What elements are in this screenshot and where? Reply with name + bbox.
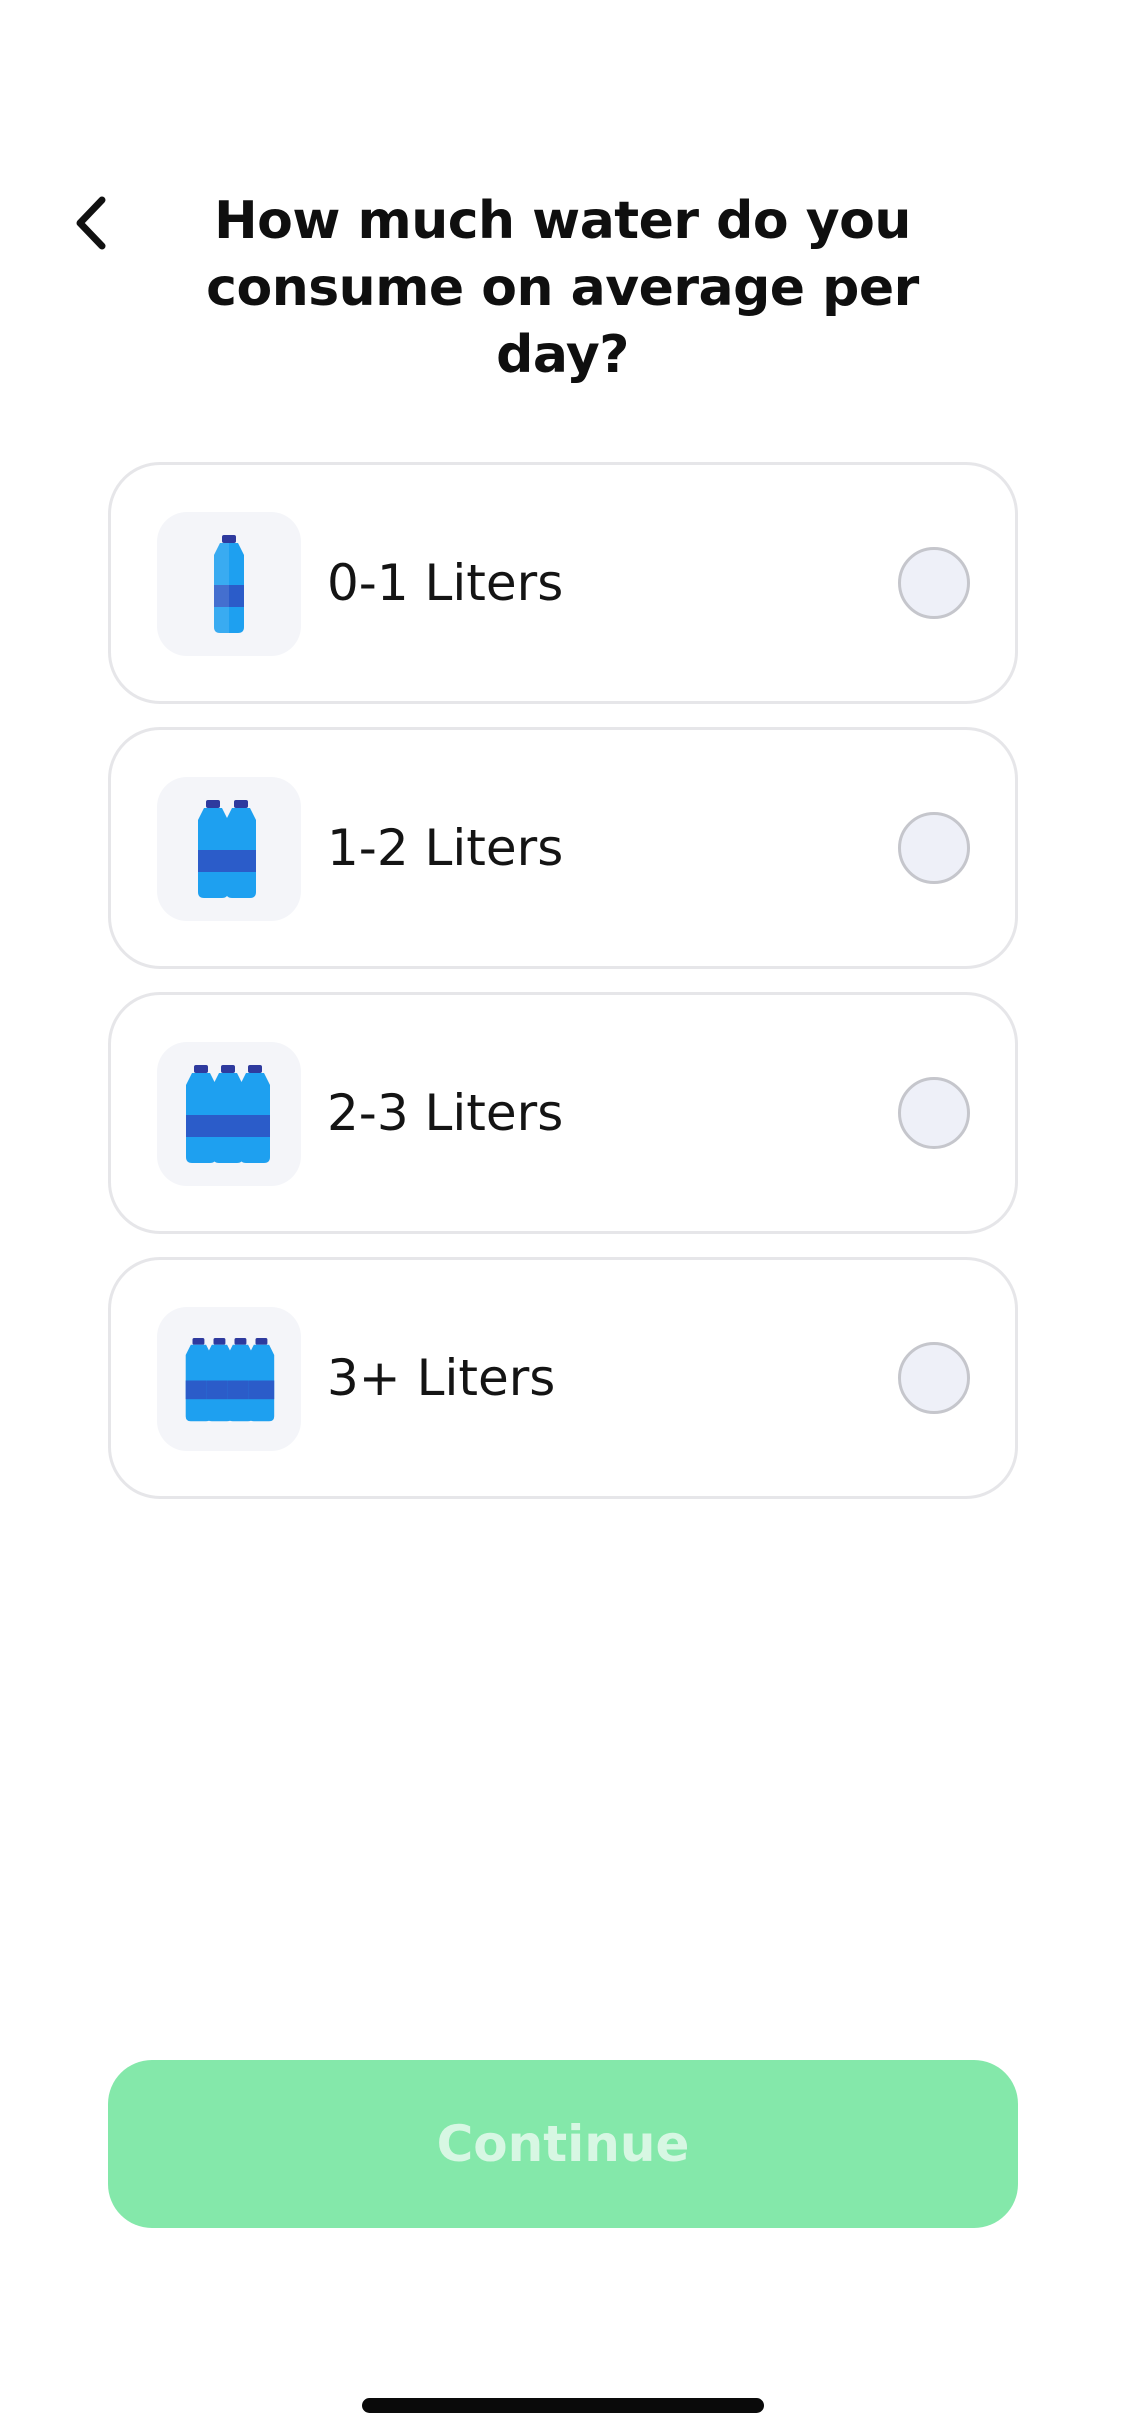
option-label: 3+ Liters (327, 1349, 556, 1407)
option-label: 1-2 Liters (327, 819, 564, 877)
radio-button[interactable] (898, 1077, 970, 1149)
option-0-1-liters[interactable]: 0-1 Liters (108, 462, 1018, 704)
chevron-left-icon (76, 196, 106, 250)
option-label: 2-3 Liters (327, 1084, 564, 1142)
page-title: How much water do you consume on average… (206, 191, 919, 385)
four-bottles-icon (157, 1307, 301, 1451)
continue-button[interactable]: Continue (108, 2060, 1018, 2228)
radio-button[interactable] (898, 547, 970, 619)
radio-button[interactable] (898, 812, 970, 884)
three-bottles-icon (157, 1042, 301, 1186)
home-indicator (362, 2398, 764, 2413)
option-3-plus-liters[interactable]: 3+ Liters (108, 1257, 1018, 1499)
option-2-3-liters[interactable]: 2-3 Liters (108, 992, 1018, 1234)
back-button[interactable] (62, 188, 118, 258)
option-label: 0-1 Liters (327, 554, 564, 612)
two-bottles-icon (157, 777, 301, 921)
radio-button[interactable] (898, 1342, 970, 1414)
option-1-2-liters[interactable]: 1-2 Liters (108, 727, 1018, 969)
one-bottle-icon (157, 512, 301, 656)
options-list: 0-1 Liters 1-2 Liters 2-3 Liters 3+ Lite… (108, 462, 1018, 1522)
